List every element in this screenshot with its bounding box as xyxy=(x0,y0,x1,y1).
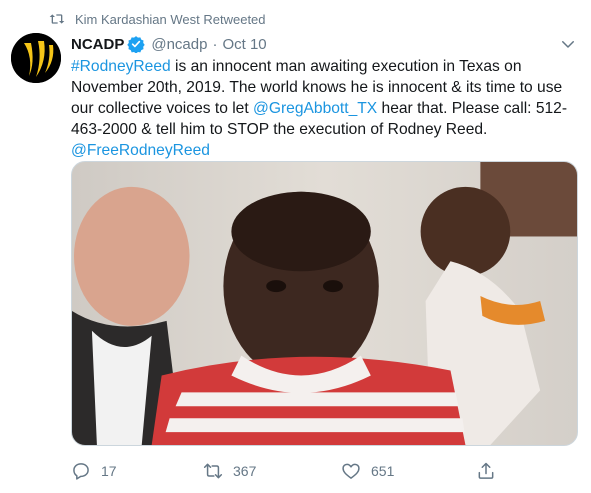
retweet-banner[interactable]: Kim Kardashian West Retweeted xyxy=(49,9,266,29)
retweet-count: 367 xyxy=(233,463,257,479)
share-icon xyxy=(478,462,494,479)
tweet-text-line: #RodneyReed is an innocent man awaiting … xyxy=(71,56,579,77)
tweet-date[interactable]: Oct 10 xyxy=(222,36,266,53)
tweet-text: #RodneyReed is an innocent man awaiting … xyxy=(71,56,579,161)
display-name[interactable]: NCADP xyxy=(71,36,124,53)
tweet-actions: 17 367 651 xyxy=(71,457,579,485)
chevron-down-icon[interactable] xyxy=(559,35,577,53)
reply-button[interactable]: 17 xyxy=(71,457,117,485)
photo-image xyxy=(72,162,577,445)
tweet-text-segment: 463-2000 & tell him to STOP the executio… xyxy=(71,121,488,138)
tweet-text-line: November 20th, 2019. The world knows he … xyxy=(71,77,579,98)
tweet-link[interactable]: @GregAbbott_TX xyxy=(253,100,377,117)
retweet-button[interactable]: 367 xyxy=(203,457,256,485)
tweet-link[interactable]: @FreeRodneyReed xyxy=(71,142,210,159)
tweet-header: NCADP @ncadp · Oct 10 xyxy=(71,33,579,55)
tweet-text-line: @FreeRodneyReed xyxy=(71,140,579,161)
tweet-link[interactable]: #RodneyReed xyxy=(71,58,171,75)
tweet-text-segment: our collective voices to let xyxy=(71,100,254,117)
retweet-icon xyxy=(203,463,223,479)
tweet-text-segment: November 20th, 2019. The world knows he … xyxy=(71,79,563,96)
like-button[interactable]: 651 xyxy=(341,457,394,485)
reply-icon xyxy=(73,463,89,480)
separator-dot: · xyxy=(212,35,218,53)
ncadp-logo xyxy=(11,33,61,83)
retweet-banner-text: Kim Kardashian West Retweeted xyxy=(75,11,266,27)
tweet-text-line: our collective voices to let @GregAbbott… xyxy=(71,98,579,119)
tweet-text-segment: is an innocent man awaiting execution in… xyxy=(170,58,522,75)
user-handle[interactable]: @ncadp xyxy=(151,36,207,53)
retweet-icon xyxy=(49,14,65,24)
like-count: 651 xyxy=(371,463,395,479)
heart-icon xyxy=(342,463,360,479)
avatar[interactable] xyxy=(11,33,61,83)
tweet-text-line: 463-2000 & tell him to STOP the executio… xyxy=(71,119,579,140)
reply-count: 17 xyxy=(101,463,117,479)
share-button[interactable] xyxy=(476,457,506,485)
tweet-photo[interactable] xyxy=(71,161,578,446)
verified-badge-icon xyxy=(127,36,146,53)
tweet-text-segment: hear that. Please call: 512- xyxy=(377,100,568,117)
